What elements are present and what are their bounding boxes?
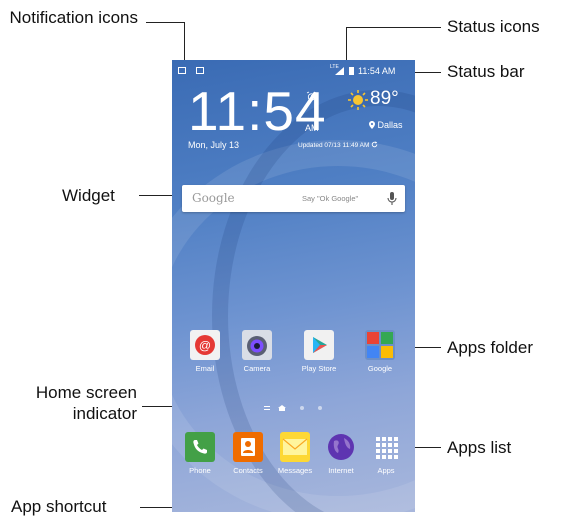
app-camera[interactable]: Camera <box>227 330 287 373</box>
app-email-label: Email <box>195 364 215 373</box>
leader-status-bar <box>413 72 441 73</box>
callout-widget: Widget <box>62 186 115 205</box>
phone-screen: LTE 11:54 AM 11:54 AM Mon, July 13 89° D… <box>172 60 415 512</box>
image-icon <box>196 67 204 74</box>
camera-icon <box>242 330 272 360</box>
callout-apps-folder: Apps folder <box>447 338 533 357</box>
apps-grid-icon <box>371 432 401 462</box>
app-play-store[interactable]: Play Store <box>289 330 349 373</box>
dock-apps[interactable]: Apps <box>356 432 415 475</box>
callout-status-icons: Status icons <box>447 17 540 36</box>
home-screen-indicator[interactable] <box>172 404 415 412</box>
location-pin-icon <box>369 121 375 129</box>
callout-app-shortcut: App shortcut <box>11 497 107 516</box>
weather-updated: Updated 07/13 11:49 AM <box>298 141 378 149</box>
app-google-folder-label: Google <box>367 364 393 373</box>
calendar-icon <box>178 67 186 74</box>
play-store-icon <box>304 330 334 360</box>
sun-icon <box>348 90 368 110</box>
search-voice-hint: Say "Ok Google" <box>302 194 359 203</box>
google-folder-icon <box>365 330 395 360</box>
svg-text:@: @ <box>199 339 211 353</box>
status-time: 11:54 AM <box>358 66 396 76</box>
callout-notification-icons: Notification icons <box>0 7 138 28</box>
dock-apps-label: Apps <box>377 466 395 475</box>
signal-icon <box>335 67 344 75</box>
callout-status-bar: Status bar <box>447 62 525 81</box>
google-logo: Google <box>192 191 235 205</box>
app-email[interactable]: @ Email <box>175 330 235 373</box>
messages-icon <box>280 432 310 462</box>
leader-notification-h <box>146 22 184 23</box>
email-icon: @ <box>190 330 220 360</box>
contacts-icon <box>233 432 263 462</box>
phone-icon <box>185 432 215 462</box>
internet-icon <box>326 432 356 462</box>
weather-updated-text: Updated 07/13 11:49 AM <box>298 142 370 149</box>
battery-icon <box>349 67 354 75</box>
weather-city: Dallas <box>369 120 403 130</box>
leader-status-icons-h <box>346 27 441 28</box>
alarm-icon <box>306 91 317 101</box>
weather-city-text: Dallas <box>377 120 403 130</box>
app-google-folder[interactable]: Google <box>350 330 410 373</box>
clock-date: Mon, July 13 <box>188 140 240 150</box>
microphone-icon[interactable] <box>385 191 399 206</box>
app-play-store-label: Play Store <box>301 364 337 373</box>
status-bar: LTE 11:54 AM <box>172 60 415 82</box>
google-search-widget[interactable]: Google Say "Ok Google" <box>182 185 405 212</box>
callout-home-screen-indicator: Home screen indicator <box>0 382 137 424</box>
refresh-icon[interactable] <box>371 141 378 148</box>
weather-temperature[interactable]: 89° <box>370 88 399 110</box>
app-camera-label: Camera <box>243 364 271 373</box>
callout-home-screen-indicator-text: Home screen indicator <box>35 383 137 423</box>
clock-ampm: AM <box>305 123 319 133</box>
callout-apps-list: Apps list <box>447 438 512 457</box>
callout-notification-icons-text: Notification icons <box>9 8 138 27</box>
